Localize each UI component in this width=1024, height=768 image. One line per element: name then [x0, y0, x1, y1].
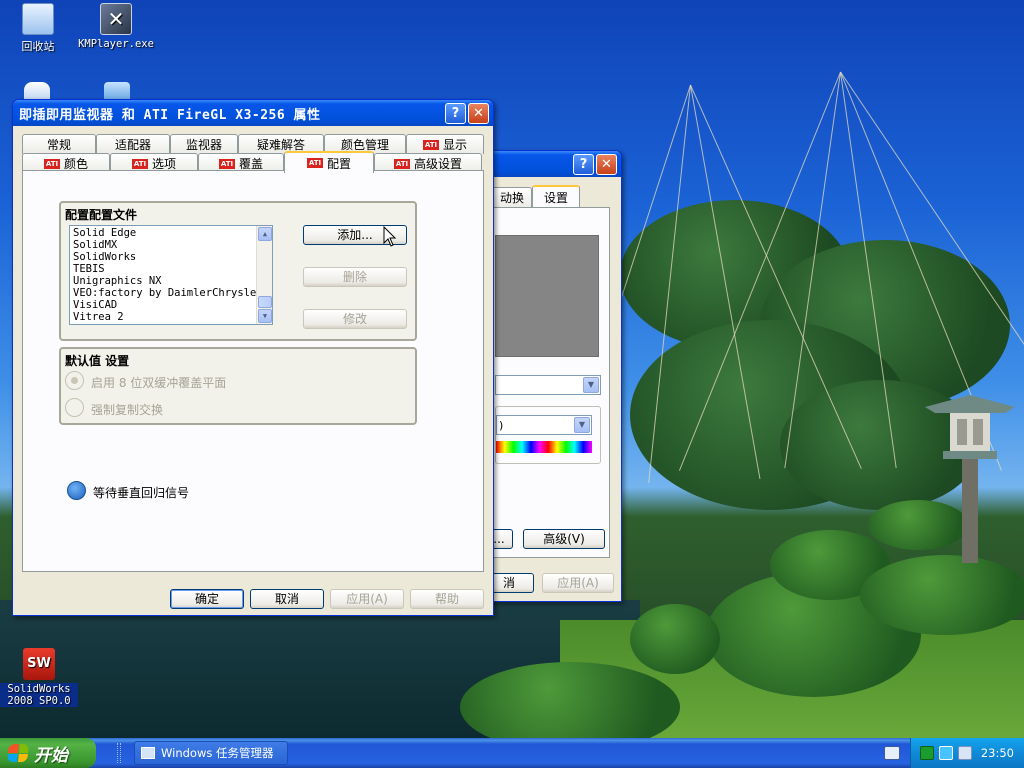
- color-quality-group: ) ▼: [495, 406, 601, 464]
- display-select[interactable]: ▼: [495, 375, 601, 395]
- tab-label: 适配器: [114, 138, 151, 152]
- chevron-down-icon[interactable]: ▼: [583, 377, 599, 393]
- close-icon[interactable]: ✕: [596, 153, 617, 175]
- delete-profile-button[interactable]: 删除: [303, 267, 407, 287]
- overlay-buffer-radio[interactable]: [65, 371, 84, 390]
- force-copy-swap-label: 强制复制交换: [91, 403, 164, 417]
- windows-logo-icon: [7, 744, 29, 762]
- tab-label: 配置: [326, 156, 351, 171]
- modify-profile-button[interactable]: 修改: [303, 309, 407, 329]
- start-label: 开始: [34, 745, 68, 766]
- desktop-icon-label: KMPlayer.exe: [78, 38, 154, 50]
- window-title: 即插即用监视器 和 ATI FireGL X3-256 属性: [19, 107, 321, 123]
- profile-list[interactable]: Solid Edge SolidMX SolidWorks TEBIS Unig…: [69, 225, 273, 325]
- tab-settings[interactable]: 设置: [532, 185, 580, 207]
- profile-group: 配置配置文件 Solid Edge SolidMX SolidWorks TEB…: [59, 201, 417, 341]
- profile-group-title: 配置配置文件: [65, 208, 138, 222]
- list-item[interactable]: TEBIS: [73, 263, 269, 275]
- tab-adapter[interactable]: 适配器: [96, 134, 170, 154]
- tab-configuration[interactable]: ATI 配置: [284, 151, 374, 173]
- list-item[interactable]: Unigraphics NX: [73, 275, 269, 287]
- taskbar-grip[interactable]: [117, 743, 121, 763]
- desktop-icon-label: 回收站: [21, 40, 55, 53]
- desktop-icon-solidworks[interactable]: SW SolidWorks 2008 SP0.0: [0, 648, 78, 707]
- help-button[interactable]: 帮助: [410, 589, 484, 609]
- desktop-icon-recycle-bin[interactable]: 回收站: [0, 3, 76, 54]
- list-item[interactable]: SolidMX: [73, 239, 269, 251]
- start-button[interactable]: 开始: [0, 738, 96, 768]
- overlay-buffer-label: 启用 8 位双缓冲覆盖平面: [91, 376, 227, 390]
- desktop-icon-kmplayer[interactable]: ✕ KMPlayer.exe: [78, 3, 154, 50]
- wallpaper-bush: [630, 604, 720, 674]
- mouse-cursor-icon: [383, 226, 397, 247]
- tab-label: 常规: [46, 138, 71, 152]
- help-icon[interactable]: ?: [445, 102, 466, 124]
- desktop-icon-label: SolidWorks 2008 SP0.0: [0, 683, 78, 707]
- task-manager-icon: [141, 747, 155, 759]
- safely-remove-icon[interactable]: [957, 746, 972, 760]
- wallpaper-bush: [860, 555, 1024, 635]
- volume-icon[interactable]: [938, 746, 953, 760]
- ati-logo-icon: ATI: [218, 158, 235, 169]
- defaults-group: 默认值 设置 启用 8 位双缓冲覆盖平面 强制复制交换: [59, 347, 417, 425]
- desktop-background: 回收站 ✕ KMPlayer.exe SW SolidWorks 2008 SP…: [0, 0, 1024, 738]
- tab-label: 显示: [442, 138, 467, 152]
- help-icon[interactable]: ?: [573, 153, 594, 175]
- ati-logo-icon: ATI: [131, 158, 148, 169]
- close-icon[interactable]: ✕: [468, 102, 489, 124]
- keyboard-icon[interactable]: [884, 746, 900, 760]
- defaults-group-title: 默认值 设置: [65, 354, 130, 368]
- system-tray: 23:50: [910, 738, 1024, 768]
- apply-button[interactable]: 应用(A): [330, 589, 404, 609]
- tab-label: 监视器: [185, 138, 222, 152]
- clock: 23:50: [980, 746, 1014, 760]
- tab-display[interactable]: ATI 显示: [406, 134, 484, 154]
- ati-logo-icon: ATI: [43, 158, 60, 169]
- ati-properties-titlebar[interactable]: 即插即用监视器 和 ATI FireGL X3-256 属性 ? ✕: [13, 100, 493, 126]
- task-manager-taskbar-button[interactable]: Windows 任务管理器: [134, 741, 288, 765]
- taskbar: 开始 Windows 任务管理器 23:50: [0, 738, 1024, 768]
- configuration-panel: 配置配置文件 Solid Edge SolidMX SolidWorks TEB…: [22, 170, 484, 572]
- list-item[interactable]: VisiCAD: [73, 299, 269, 311]
- ati-properties-window[interactable]: 即插即用监视器 和 ATI FireGL X3-256 属性 ? ✕ 常规 适配…: [12, 99, 494, 616]
- color-quality-select[interactable]: ) ▼: [496, 415, 592, 435]
- apply-button[interactable]: 应用(A): [542, 573, 614, 593]
- chevron-down-icon[interactable]: ▼: [258, 309, 272, 323]
- vsync-label: 等待垂直回归信号: [93, 486, 190, 500]
- ati-logo-icon: ATI: [306, 158, 323, 168]
- color-quality-value: ): [499, 419, 504, 432]
- ati-logo-icon: ATI: [393, 158, 410, 169]
- chevron-down-icon[interactable]: ▼: [574, 417, 590, 433]
- color-spectrum-bar: [496, 441, 592, 453]
- tab-row-1: 常规 适配器 监视器 疑难解答 颜色管理 ATI 显示: [22, 134, 484, 154]
- list-item[interactable]: SolidWorks: [73, 251, 269, 263]
- monitor-preview: [495, 235, 599, 357]
- scroll-thumb[interactable]: [258, 296, 272, 308]
- tab-monitor[interactable]: 监视器: [170, 134, 238, 154]
- tab-general[interactable]: 常规: [22, 134, 96, 154]
- list-item[interactable]: VEO:factory by DaimlerChrysler: [73, 287, 269, 299]
- tab-partial[interactable]: 动换: [492, 187, 532, 207]
- wallpaper-lantern: [925, 395, 1015, 563]
- list-item[interactable]: Solid Edge: [73, 227, 269, 239]
- solidworks-icon: SW: [23, 648, 55, 680]
- force-copy-swap-radio[interactable]: [65, 398, 84, 417]
- ati-logo-icon: ATI: [422, 139, 439, 150]
- task-label: Windows 任务管理器: [161, 746, 274, 760]
- chevron-up-icon[interactable]: ▲: [258, 227, 272, 241]
- vsync-radio[interactable]: [67, 481, 86, 500]
- cancel-button[interactable]: 取消: [250, 589, 324, 609]
- kmplayer-icon: ✕: [100, 3, 132, 35]
- network-icon[interactable]: [919, 746, 934, 760]
- recycle-bin-icon: [22, 3, 54, 35]
- list-scrollbar[interactable]: ▲ ▼: [256, 226, 272, 324]
- ok-button[interactable]: 确定: [170, 589, 244, 609]
- list-item[interactable]: Vitrea 2: [73, 311, 269, 323]
- advanced-button[interactable]: 高级(V): [523, 529, 605, 549]
